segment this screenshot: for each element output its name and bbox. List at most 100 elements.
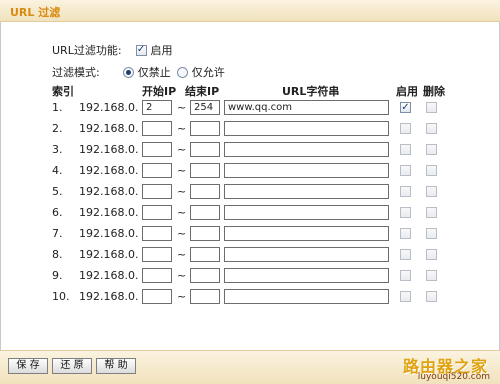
filter-enable-label: 启用 (150, 44, 173, 57)
row-delete-checkbox[interactable] (426, 165, 437, 176)
ip-prefix: 192.168.0. (79, 290, 139, 303)
ip-prefix: 192.168.0. (79, 101, 139, 114)
row-index: 2. (52, 122, 63, 135)
row-enable-checkbox[interactable] (400, 228, 411, 239)
row-index: 3. (52, 143, 63, 156)
ip-prefix: 192.168.0. (79, 122, 139, 135)
end-ip-input[interactable] (190, 142, 220, 157)
table-row: 4. 192.168.0. ~ (52, 163, 452, 178)
url-string-input[interactable] (224, 142, 389, 157)
end-ip-input[interactable]: 254 (190, 100, 220, 115)
row-delete-checkbox[interactable] (426, 144, 437, 155)
range-separator: ~ (177, 164, 187, 177)
row-delete-checkbox[interactable] (426, 270, 437, 281)
url-string-input[interactable] (224, 247, 389, 262)
start-ip-input[interactable]: 2 (142, 100, 172, 115)
ip-prefix: 192.168.0. (79, 269, 139, 282)
filter-mode-row: 过滤模式: 仅禁止 仅允许 (52, 64, 225, 80)
mode-deny-only-radio[interactable] (122, 66, 134, 78)
end-ip-input[interactable] (190, 184, 220, 199)
row-enable-checkbox[interactable] (400, 186, 411, 197)
end-ip-input[interactable] (190, 247, 220, 262)
start-ip-input[interactable] (142, 184, 172, 199)
help-button[interactable]: 帮 助 (96, 358, 136, 374)
filter-enable-checkbox[interactable]: ✓ (135, 44, 147, 56)
url-string-input[interactable] (224, 163, 389, 178)
start-ip-input[interactable] (142, 142, 172, 157)
row-index: 9. (52, 269, 63, 282)
mode-allow-only-radio[interactable] (176, 66, 188, 78)
ip-prefix: 192.168.0. (79, 248, 139, 261)
start-ip-input[interactable] (142, 247, 172, 262)
table-row: 9. 192.168.0. ~ (52, 268, 452, 283)
table-row: 6. 192.168.0. ~ (52, 205, 452, 220)
mode-allow-only-label: 仅允许 (191, 66, 225, 79)
filter-mode-label: 过滤模式: (52, 66, 100, 79)
table-row: 3. 192.168.0. ~ (52, 142, 452, 157)
range-separator: ~ (177, 185, 187, 198)
mode-deny-only-label: 仅禁止 (137, 66, 171, 79)
row-enable-checkbox[interactable] (400, 249, 411, 260)
table-row: 8. 192.168.0. ~ (52, 247, 452, 262)
row-delete-checkbox[interactable] (426, 291, 437, 302)
row-enable-checkbox[interactable] (400, 291, 411, 302)
footer-bar: 保 存 还 原 帮 助 路由器之家 luyouqi520.com (0, 350, 500, 384)
end-ip-input[interactable] (190, 205, 220, 220)
ip-prefix: 192.168.0. (79, 164, 139, 177)
end-ip-input[interactable] (190, 226, 220, 241)
row-index: 7. (52, 227, 63, 240)
row-index: 5. (52, 185, 63, 198)
url-string-input[interactable] (224, 205, 389, 220)
restore-button[interactable]: 还 原 (52, 358, 92, 374)
row-delete-checkbox[interactable] (426, 123, 437, 134)
range-separator: ~ (177, 143, 187, 156)
row-enable-checkbox[interactable] (400, 165, 411, 176)
range-separator: ~ (177, 248, 187, 261)
row-delete-checkbox[interactable] (426, 249, 437, 260)
row-index: 8. (52, 248, 63, 261)
start-ip-input[interactable] (142, 121, 172, 136)
start-ip-input[interactable] (142, 268, 172, 283)
end-ip-input[interactable] (190, 163, 220, 178)
row-delete-checkbox[interactable] (426, 186, 437, 197)
row-delete-checkbox[interactable] (426, 207, 437, 218)
table-row: 5. 192.168.0. ~ (52, 184, 452, 199)
start-ip-input[interactable] (142, 205, 172, 220)
url-string-input[interactable] (224, 268, 389, 283)
row-delete-checkbox[interactable] (426, 102, 437, 113)
table-row: 1. 192.168.0. 2 ~254 www.qq.com ✓ (52, 100, 452, 115)
end-ip-input[interactable] (190, 289, 220, 304)
row-enable-checkbox[interactable] (400, 270, 411, 281)
range-separator: ~ (177, 227, 187, 240)
row-enable-checkbox[interactable]: ✓ (400, 102, 411, 113)
row-enable-checkbox[interactable] (400, 207, 411, 218)
filter-function-row: URL过滤功能: ✓ 启用 (52, 42, 173, 58)
save-button[interactable]: 保 存 (8, 358, 48, 374)
header-start-ip: 开始IP (142, 85, 177, 98)
url-string-input[interactable] (224, 289, 389, 304)
page-title: URL 过滤 (10, 6, 61, 19)
row-index: 1. (52, 101, 63, 114)
row-delete-checkbox[interactable] (426, 228, 437, 239)
row-enable-checkbox[interactable] (400, 144, 411, 155)
ip-prefix: 192.168.0. (79, 206, 139, 219)
end-ip-input[interactable] (190, 268, 220, 283)
start-ip-input[interactable] (142, 289, 172, 304)
range-separator: ~ (177, 269, 187, 282)
url-string-input[interactable] (224, 184, 389, 199)
row-index: 10. (52, 290, 70, 303)
end-ip-input[interactable] (190, 121, 220, 136)
start-ip-input[interactable] (142, 226, 172, 241)
url-string-input[interactable] (224, 226, 389, 241)
url-string-input[interactable]: www.qq.com (224, 100, 389, 115)
range-separator: ~ (177, 206, 187, 219)
table-row: 7. 192.168.0. ~ (52, 226, 452, 241)
range-separator: ~ (177, 290, 187, 303)
header-enable: 启用 (396, 85, 418, 98)
url-string-input[interactable] (224, 121, 389, 136)
start-ip-input[interactable] (142, 163, 172, 178)
page-header: URL 过滤 (0, 0, 500, 22)
row-enable-checkbox[interactable] (400, 123, 411, 134)
row-index: 6. (52, 206, 63, 219)
watermark-url: luyouqi520.com (417, 372, 490, 382)
